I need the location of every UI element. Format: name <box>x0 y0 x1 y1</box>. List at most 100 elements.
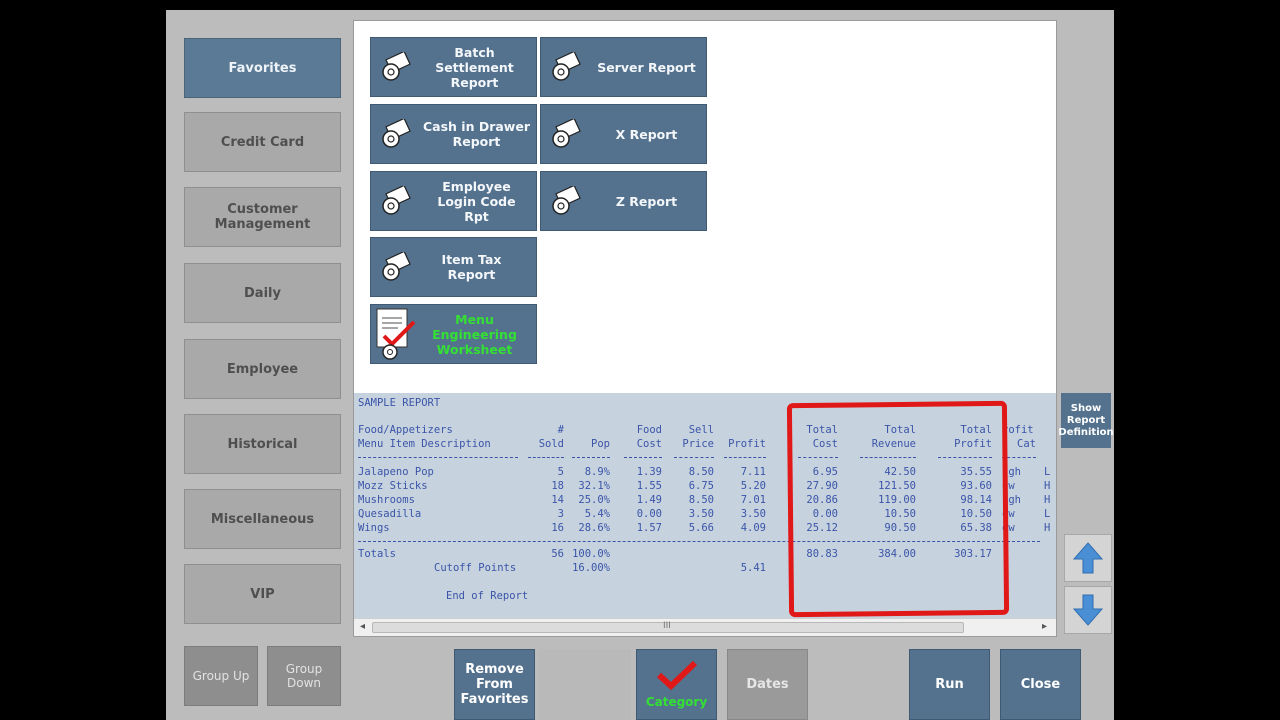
report-label: Item Tax Report <box>441 252 502 282</box>
col-header: Price <box>682 438 714 450</box>
group-down-button[interactable]: Group Down <box>267 646 341 706</box>
category-customer-management[interactable]: Customer Management <box>184 187 341 247</box>
cell-name: Quesadilla <box>358 508 422 520</box>
up-arrow-icon <box>1072 542 1104 574</box>
empty-slot <box>539 649 631 720</box>
close-button[interactable]: Close <box>1000 649 1081 720</box>
cell-extra: L <box>1044 508 1051 520</box>
cell-pop: 5.4% <box>584 508 610 520</box>
receipt-roll-icon <box>541 172 593 230</box>
report-label: Z Report <box>615 193 678 209</box>
cell-food-cost: 1.55 <box>636 480 662 492</box>
cell-sold: 16 <box>551 522 564 534</box>
cell-pop: 25.0% <box>578 494 610 506</box>
report-server-button[interactable]: Server Report <box>540 37 707 97</box>
cell-sold: 3 <box>557 508 564 520</box>
cell-extra: L <box>1044 466 1051 478</box>
category-button[interactable]: Category <box>636 649 717 720</box>
cell-extra: H <box>1044 522 1051 534</box>
cutoff-label: Cutoff Points <box>434 562 517 574</box>
scroll-thumb[interactable]: III <box>372 621 964 633</box>
cell-food-cost: 1.49 <box>636 494 662 506</box>
category-daily[interactable]: Daily <box>184 263 341 323</box>
cell-extra: H <box>1044 494 1051 506</box>
cell-food-cost: 1.39 <box>636 466 662 478</box>
horizontal-scrollbar[interactable]: ◂ III ▸ <box>354 618 1056 636</box>
cell-sell-price: 3.50 <box>688 508 714 520</box>
cutoff-pop: 16.00% <box>572 562 610 574</box>
report-menu-engineering-button[interactable]: Menu Engineering Worksheet <box>370 304 537 364</box>
category-credit-card[interactable]: Credit Card <box>184 112 341 172</box>
report-item-tax-button[interactable]: Item Tax Report <box>370 237 537 297</box>
receipt-roll-icon <box>371 105 423 163</box>
preview-section: Food/Appetizers <box>358 424 453 436</box>
scroll-down-button[interactable] <box>1064 586 1112 634</box>
totals-sold: 56 <box>551 548 564 560</box>
receipt-roll-icon <box>371 172 423 230</box>
show-report-definition-button[interactable]: Show Report Definition <box>1058 393 1114 448</box>
cell-food-cost: 0.00 <box>636 508 662 520</box>
scroll-up-button[interactable] <box>1064 534 1112 582</box>
checked-document-icon <box>371 305 423 363</box>
cell-sell-price: 8.50 <box>688 466 714 478</box>
highlight-box <box>786 400 1010 618</box>
category-historical[interactable]: Historical <box>184 414 341 474</box>
report-batch-settlement-button[interactable]: Batch Settlement Report <box>370 37 537 97</box>
dates-button[interactable]: Dates <box>727 649 808 720</box>
cell-name: Mushrooms <box>358 494 415 506</box>
receipt-roll-icon <box>371 238 423 296</box>
cell-profit: 7.11 <box>740 466 766 478</box>
checkmark-icon <box>656 660 697 691</box>
cell-extra: H <box>1044 480 1051 492</box>
category-miscellaneous[interactable]: Miscellaneous <box>184 489 341 549</box>
cell-name: Mozz Sticks <box>358 480 428 492</box>
group-up-button[interactable]: Group Up <box>184 646 258 706</box>
cell-pop: 32.1% <box>578 480 610 492</box>
category-vip[interactable]: VIP <box>184 564 341 624</box>
col-header: Sold <box>538 438 564 450</box>
cell-sold: 5 <box>557 466 564 478</box>
col-header: Sell <box>688 424 714 436</box>
category-employee[interactable]: Employee <box>184 339 341 399</box>
cell-sell-price: 5.66 <box>688 522 714 534</box>
report-cash-in-drawer-button[interactable]: Cash in Drawer Report <box>370 104 537 164</box>
cell-sold: 18 <box>551 480 564 492</box>
col-header: Pop <box>591 438 610 450</box>
cell-profit: 5.20 <box>740 480 766 492</box>
scroll-right-icon[interactable]: ▸ <box>1042 621 1047 632</box>
run-button[interactable]: Run <box>909 649 990 720</box>
report-employee-login-button[interactable]: Employee Login Code Rpt <box>370 171 537 231</box>
cell-name: Wings <box>358 522 390 534</box>
col-header: Cost <box>636 438 662 450</box>
scroll-left-icon[interactable]: ◂ <box>360 621 365 632</box>
receipt-roll-icon <box>371 38 423 96</box>
cell-sell-price: 8.50 <box>688 494 714 506</box>
report-z-button[interactable]: Z Report <box>540 171 707 231</box>
report-manager-window: Favorites Credit Card Customer Managemen… <box>166 10 1114 720</box>
report-label: Menu Engineering Worksheet <box>432 311 517 357</box>
receipt-roll-icon <box>541 105 593 163</box>
category-favorites[interactable]: Favorites <box>184 38 341 98</box>
cell-profit: 3.50 <box>740 508 766 520</box>
col-header: # <box>557 424 564 436</box>
totals-label: Totals <box>358 548 396 560</box>
cell-profit: 7.01 <box>740 494 766 506</box>
receipt-roll-icon <box>541 38 593 96</box>
category-button-label: Category <box>645 695 708 709</box>
remove-from-favorites-button[interactable]: Remove From Favorites <box>454 649 535 720</box>
preview-title: SAMPLE REPORT <box>358 397 441 409</box>
cell-sold: 14 <box>551 494 564 506</box>
preview-desc-header: Menu Item Description <box>358 438 491 450</box>
report-label: Server Report <box>597 59 696 75</box>
cell-pop: 8.9% <box>584 466 610 478</box>
cell-name: Jalapeno Pop <box>358 466 434 478</box>
scroll-grip: III <box>663 621 671 631</box>
down-arrow-icon <box>1072 594 1104 626</box>
col-header: Profit <box>728 438 766 450</box>
cell-profit: 4.09 <box>740 522 766 534</box>
report-x-button[interactable]: X Report <box>540 104 707 164</box>
end-of-report: End of Report <box>446 590 529 602</box>
cell-sell-price: 6.75 <box>688 480 714 492</box>
report-label: Employee Login Code Rpt <box>437 178 516 224</box>
report-label: Cash in Drawer Report <box>423 119 531 149</box>
